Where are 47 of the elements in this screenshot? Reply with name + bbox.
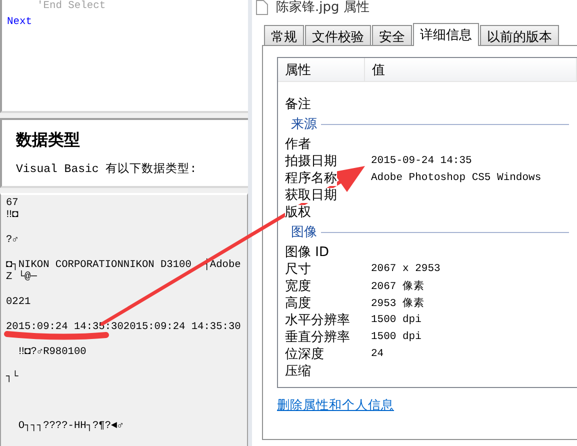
- property-value: 2953 像素: [371, 296, 425, 310]
- property-name: 压缩: [285, 364, 311, 378]
- code-keyword: Next: [7, 15, 33, 30]
- property-name: 高度: [285, 296, 311, 310]
- binary-text-line: ‼◘: [6, 209, 20, 222]
- remove-properties-link[interactable]: 删除属性和个人信息: [277, 397, 394, 414]
- binary-text-line: Z └@─: [6, 271, 37, 284]
- property-name: 水平分辨率: [285, 312, 350, 328]
- column-header[interactable]: 属性: [278, 58, 365, 81]
- code-comment: 'End Select: [36, 0, 107, 14]
- property-name: 图像 ID: [285, 244, 329, 260]
- tab[interactable]: 详细信息: [413, 23, 479, 46]
- group-heading: 图像: [291, 224, 317, 241]
- property-name: 宽度: [285, 278, 311, 294]
- column-header[interactable]: 值: [365, 58, 577, 81]
- property-name: 位深度: [285, 346, 324, 362]
- property-value: 24: [371, 348, 384, 360]
- binary-text-line: ┐└: [6, 370, 20, 383]
- binary-text-line: O┐┐┐????-HH┐?¶?◄♂: [17, 420, 124, 432]
- binary-text-line: 0221: [6, 296, 32, 309]
- property-name: 拍摄日期: [285, 154, 337, 168]
- binary-text-line: ?♂: [6, 234, 20, 247]
- property-value: Adobe Photoshop CS5 Windows: [371, 172, 542, 184]
- property-value: 2067 像素: [371, 279, 425, 292]
- group-heading: 来源: [291, 116, 317, 133]
- binary-text-line: 67: [6, 197, 20, 210]
- property-name: 作者: [285, 136, 311, 152]
- property-value: 2067 x 2953: [371, 262, 440, 274]
- binary-text-line: 2015:09:24 14:35:302015:09:24 14:35:30: [6, 321, 242, 334]
- binary-text-line: ‼◘?♂R980100: [17, 346, 88, 358]
- tab[interactable]: 文件校验: [305, 25, 371, 45]
- property-name: 获取日期: [285, 188, 337, 202]
- property-name: 程序名称: [285, 170, 337, 186]
- property-value: 1500 dpi: [371, 330, 422, 342]
- section-heading: 数据类型: [16, 130, 81, 151]
- property-value: 2015-09-24 14:35: [371, 154, 472, 166]
- property-name: 备注: [285, 96, 311, 112]
- window-title: 陈家锋.jpg 属性: [276, 0, 370, 16]
- binary-text-line: ◘┐NIKON CORPORATIONNIKON D3100 ┤Adobe: [6, 259, 242, 271]
- property-name: 垂直分辨率: [285, 330, 350, 344]
- tab[interactable]: 安全: [372, 25, 412, 45]
- property-name: 尺寸: [285, 262, 311, 276]
- property-name: 版权: [285, 204, 311, 220]
- property-value: 1500 dpi: [371, 314, 422, 326]
- intro-text: Visual Basic 有以下数据类型:: [16, 162, 198, 176]
- tab[interactable]: 以前的版本: [480, 25, 559, 45]
- tab[interactable]: 常规: [264, 25, 304, 45]
